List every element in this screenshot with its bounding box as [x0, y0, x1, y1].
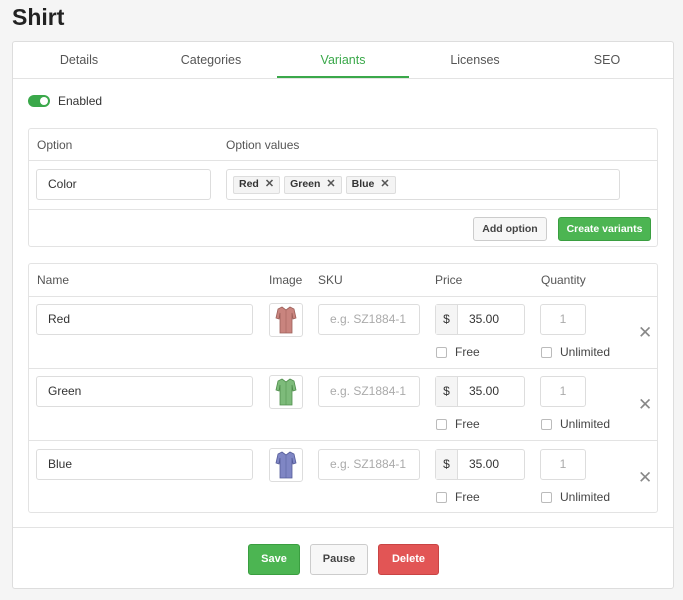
variant-image[interactable] — [269, 303, 303, 337]
option-value-tag: Green ✕ — [284, 175, 342, 194]
shirt-red-icon — [275, 306, 297, 334]
option-value-tag: Red ✕ — [233, 175, 281, 194]
remove-tag-icon[interactable]: ✕ — [380, 170, 389, 199]
tag-label: Green — [290, 178, 321, 190]
price-input[interactable]: $ 35.00 — [435, 304, 525, 335]
free-checkbox[interactable]: Free — [436, 345, 480, 359]
currency-symbol: $ — [436, 450, 458, 479]
currency-symbol: $ — [436, 305, 458, 334]
quantity-column-header: Quantity — [541, 273, 586, 287]
free-checkbox[interactable]: Free — [436, 417, 480, 431]
checkbox-box[interactable] — [436, 418, 447, 430]
divider — [29, 368, 657, 369]
pause-button[interactable]: Pause — [310, 544, 368, 575]
variants-table: Name Image SKU Price Quantity Red e.g. S… — [28, 263, 658, 513]
shirt-blue-icon — [275, 451, 297, 479]
option-values-header: Option values — [226, 138, 300, 152]
quantity-input[interactable]: 1 — [540, 376, 586, 407]
options-box: Option Option values Color Red ✕ Green ✕… — [28, 128, 658, 247]
unlimited-checkbox[interactable]: Unlimited — [541, 345, 610, 359]
unlimited-label: Unlimited — [560, 345, 611, 359]
tag-label: Blue — [351, 178, 375, 190]
option-name-input[interactable]: Color — [36, 169, 211, 200]
unlimited-label: Unlimited — [560, 490, 611, 504]
name-column-header: Name — [37, 273, 70, 287]
tab-seo[interactable]: SEO — [541, 42, 673, 78]
price-value: 35.00 — [469, 312, 500, 326]
free-checkbox[interactable]: Free — [436, 490, 480, 504]
sku-input[interactable]: e.g. SZ1884-1 — [318, 449, 420, 480]
remove-tag-icon[interactable]: ✕ — [265, 170, 274, 199]
product-panel: Details Categories Variants Licenses SEO… — [12, 41, 674, 589]
variants-enabled-row: Enabled — [28, 94, 102, 108]
price-input[interactable]: $ 35.00 — [435, 376, 525, 407]
divider — [29, 296, 657, 297]
variants-enabled-label: Enabled — [58, 94, 103, 108]
tab-variants[interactable]: Variants — [277, 42, 409, 78]
divider — [29, 160, 657, 161]
divider — [29, 440, 657, 441]
option-values-input[interactable]: Red ✕ Green ✕ Blue ✕ — [226, 169, 620, 200]
tab-licenses[interactable]: Licenses — [409, 42, 541, 78]
currency-symbol: $ — [436, 377, 458, 406]
sku-input[interactable]: e.g. SZ1884-1 — [318, 304, 420, 335]
sku-input[interactable]: e.g. SZ1884-1 — [318, 376, 420, 407]
tab-categories[interactable]: Categories — [145, 42, 277, 78]
option-header: Option — [37, 138, 73, 152]
image-column-header: Image — [269, 273, 303, 287]
price-value: 35.00 — [469, 457, 500, 471]
variants-enabled-toggle[interactable] — [28, 95, 50, 107]
option-value-tag: Blue ✕ — [345, 175, 396, 194]
checkbox-box[interactable] — [541, 418, 552, 430]
tab-bar: Details Categories Variants Licenses SEO — [13, 42, 673, 79]
checkbox-box[interactable] — [436, 491, 447, 503]
variant-name-input[interactable]: Green — [36, 376, 253, 407]
unlimited-checkbox[interactable]: Unlimited — [541, 417, 610, 431]
price-value: 35.00 — [469, 384, 500, 398]
variant-name-input[interactable]: Blue — [36, 449, 253, 480]
delete-button[interactable]: Delete — [378, 544, 439, 575]
remove-tag-icon[interactable]: ✕ — [326, 170, 335, 199]
divider — [13, 527, 673, 528]
variant-name-input[interactable]: Red — [36, 304, 253, 335]
remove-variant-icon[interactable]: ✕ — [638, 324, 652, 341]
remove-variant-icon[interactable]: ✕ — [638, 469, 652, 486]
price-column-header: Price — [435, 273, 463, 287]
variant-image[interactable] — [269, 375, 303, 409]
divider — [29, 209, 657, 210]
quantity-input[interactable]: 1 — [540, 449, 586, 480]
remove-variant-icon[interactable]: ✕ — [638, 396, 652, 413]
checkbox-box[interactable] — [436, 346, 447, 358]
create-variants-button[interactable]: Create variants — [558, 217, 651, 241]
save-button[interactable]: Save — [248, 544, 300, 575]
quantity-input[interactable]: 1 — [540, 304, 586, 335]
free-label: Free — [455, 345, 480, 359]
checkbox-box[interactable] — [541, 346, 552, 358]
free-label: Free — [455, 417, 480, 431]
variant-image[interactable] — [269, 448, 303, 482]
unlimited-checkbox[interactable]: Unlimited — [541, 490, 610, 504]
add-option-button[interactable]: Add option — [473, 217, 547, 241]
tab-details[interactable]: Details — [13, 42, 145, 78]
unlimited-label: Unlimited — [560, 417, 611, 431]
free-label: Free — [455, 490, 480, 504]
shirt-green-icon — [275, 378, 297, 406]
price-input[interactable]: $ 35.00 — [435, 449, 525, 480]
tag-label: Red — [239, 178, 259, 190]
page-title: Shirt — [12, 4, 65, 30]
checkbox-box[interactable] — [541, 491, 552, 503]
sku-column-header: SKU — [318, 273, 343, 287]
